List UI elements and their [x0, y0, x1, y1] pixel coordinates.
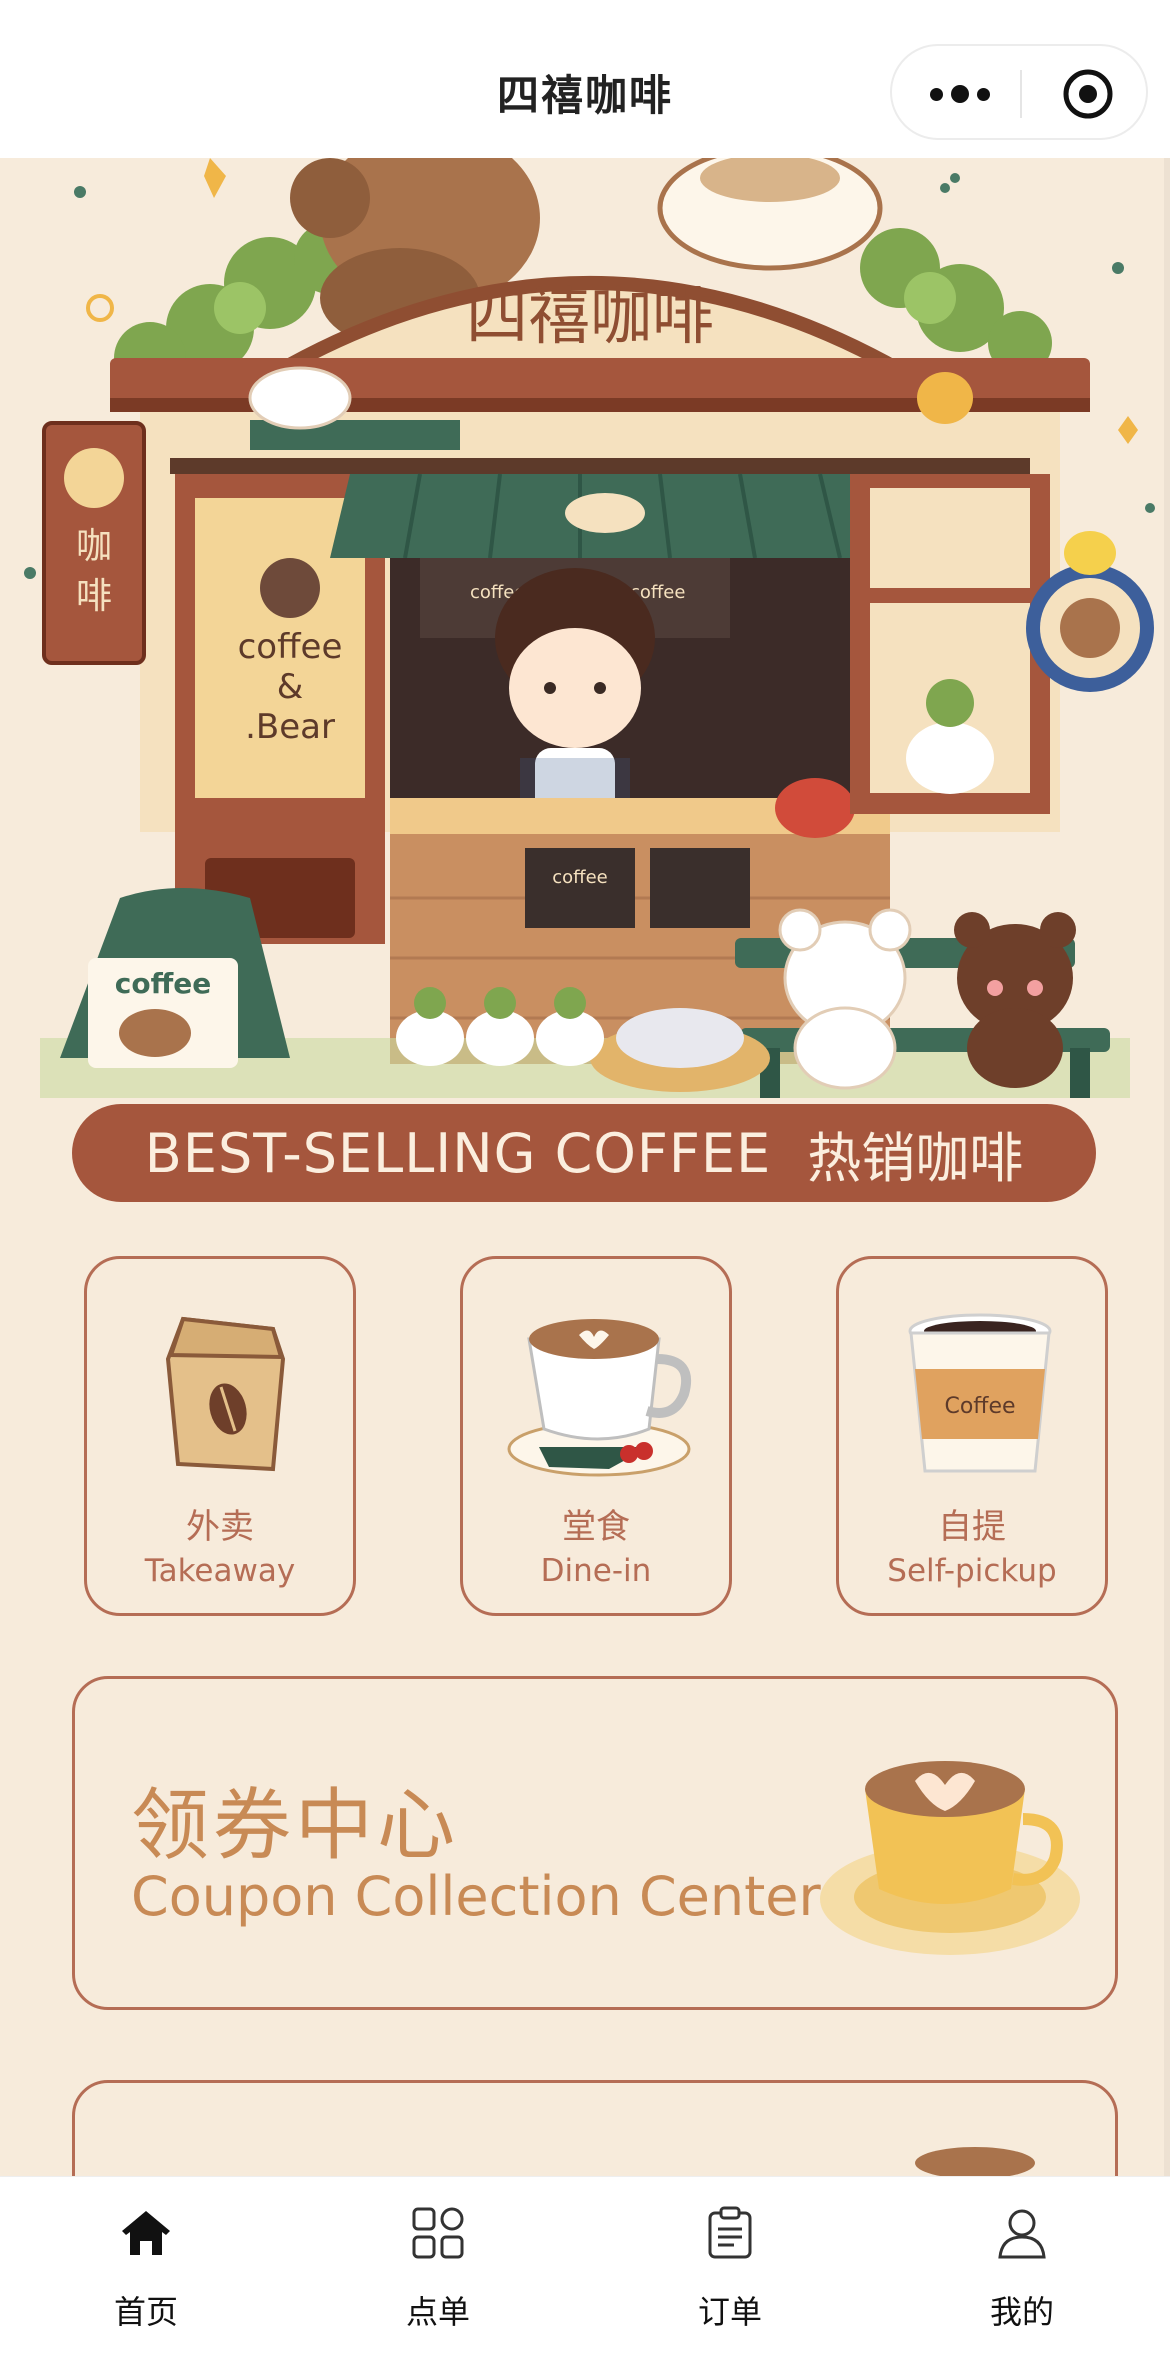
dine-in-label-en: Dine-in — [540, 1553, 652, 1589]
tab-profile[interactable]: 我的 — [876, 2177, 1168, 2357]
banner-title-cn: 热销咖啡 — [807, 1126, 1024, 1190]
self-pickup-label-cn: 自提 — [938, 1507, 1006, 1547]
coupon-title-cn: 领券中心 — [131, 1781, 460, 1871]
person-icon — [998, 2209, 1046, 2259]
dine-in-label-cn: 堂食 — [562, 1507, 630, 1547]
best-selling-banner[interactable]: BEST-SELLING COFFEE 热销咖啡 — [72, 1104, 1096, 1202]
dine-in-card[interactable]: 堂食 Dine-in — [460, 1256, 732, 1616]
self-pickup-card[interactable]: Coffee 自提 Self-pickup — [836, 1256, 1108, 1616]
clipboard-icon — [708, 2206, 752, 2259]
coupon-title-en: Coupon Collection Center — [131, 1865, 821, 1928]
svg-text:啡: 啡 — [76, 576, 112, 617]
svg-text:咖: 咖 — [76, 526, 112, 567]
coupon-center-card[interactable]: 领券中心 Coupon Collection Center — [72, 1676, 1118, 2010]
latte-cup-icon — [820, 1761, 1080, 1955]
takeaway-label-en: Takeaway — [144, 1553, 296, 1589]
svg-text:&: & — [277, 667, 304, 707]
tab-profile-label: 我的 — [989, 2293, 1054, 2331]
bottom-tab-bar: 首页 点单 订单 我的 — [0, 2176, 1170, 2357]
svg-text:coffee: coffee — [552, 867, 607, 888]
tab-orders[interactable]: 订单 — [584, 2177, 876, 2357]
banner-title-en: BEST-SELLING COFFEE — [144, 1121, 772, 1185]
home-icon — [122, 2211, 170, 2255]
takeaway-label-cn: 外卖 — [186, 1507, 254, 1547]
navigation-bar: 四禧咖啡 — [0, 0, 1170, 158]
mini-program-capsule — [890, 44, 1148, 140]
svg-text:coffee: coffee — [238, 627, 343, 667]
tab-home[interactable]: 首页 — [0, 2177, 292, 2357]
close-circle-icon[interactable] — [1060, 66, 1116, 122]
coffee-bag-icon — [165, 1316, 286, 1472]
grid-icon — [412, 2207, 464, 2259]
tab-order-menu[interactable]: 点单 — [292, 2177, 584, 2357]
more-menu-icon[interactable] — [920, 74, 1000, 114]
takeaway-card[interactable]: 外卖 Takeaway — [84, 1256, 356, 1616]
capsule-divider — [1020, 70, 1022, 118]
self-pickup-label-en: Self-pickup — [887, 1553, 1057, 1589]
svg-text:Coffee: Coffee — [944, 1394, 1015, 1419]
svg-text:.Bear: .Bear — [245, 707, 335, 747]
coffee-cup-saucer-icon — [507, 1319, 692, 1477]
tab-orders-label: 订单 — [697, 2293, 762, 2331]
takeaway-cup-icon: Coffee — [908, 1313, 1052, 1473]
hero-illustration: 四禧咖啡 coffee & .Bear coffee coffee coffee… — [0, 158, 1170, 1098]
svg-text:coffee: coffee — [115, 967, 212, 1000]
tab-order-menu-label: 点单 — [405, 2293, 470, 2331]
scrollbar[interactable] — [1164, 158, 1170, 2176]
tab-home-label: 首页 — [113, 2293, 178, 2331]
page: 四禧咖啡 四禧咖啡 coffee & .Bear coffee coffee c… — [0, 0, 1170, 2357]
svg-text:四禧咖啡: 四禧咖啡 — [466, 280, 714, 353]
